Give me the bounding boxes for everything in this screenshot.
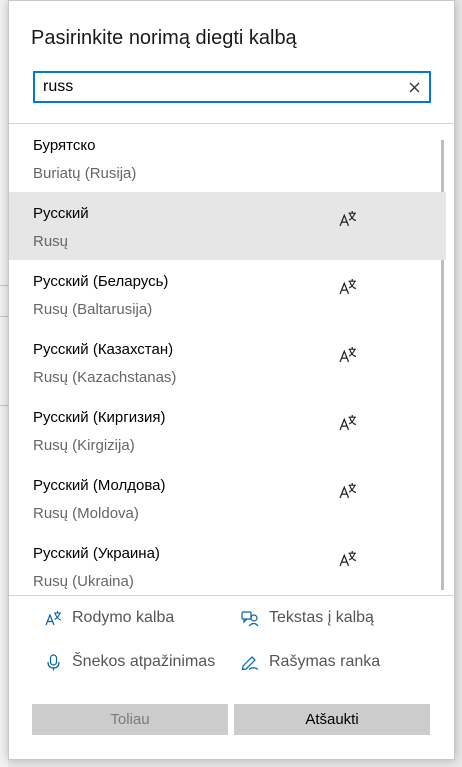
- display-language-icon: [339, 211, 357, 227]
- legend-label: Šnekos atpažinimas: [72, 653, 216, 670]
- language-item[interactable]: Русский (Киргизия) Rusų (Kirgizija): [9, 396, 446, 464]
- language-localized-name: Rusų: [33, 233, 69, 250]
- display-language-icon: [339, 347, 357, 363]
- language-native-name: Бурятско: [33, 137, 96, 154]
- language-localized-name: Rusų (Moldova): [33, 505, 139, 522]
- background-divider: [0, 285, 8, 286]
- cancel-button[interactable]: Atšaukti: [234, 704, 430, 735]
- divider: [9, 595, 454, 596]
- language-native-name: Русский (Казахстан): [33, 341, 174, 358]
- legend-text-to-speech: Tekstas į kalbą: [241, 609, 374, 627]
- next-button[interactable]: Toliau: [32, 704, 228, 735]
- background-divider: [0, 316, 8, 317]
- language-localized-name: Rusų (Kirgizija): [33, 437, 135, 454]
- legend-handwriting: Rašymas ranka: [241, 653, 380, 671]
- language-picker-dialog: Pasirinkite norimą diegti kalbą Бурятско…: [8, 0, 455, 760]
- language-item[interactable]: Русский Rusų: [9, 192, 446, 260]
- language-list[interactable]: Бурятско Buriatų (Rusija) Русский Rusų Русск…: [9, 124, 446, 595]
- clear-search-button[interactable]: [405, 78, 423, 96]
- text-to-speech-icon: [241, 610, 259, 626]
- language-item[interactable]: Русский (Украина) Rusų (Ukraina): [9, 532, 446, 595]
- dialog-title: Pasirinkite norimą diegti kalbą: [31, 27, 297, 49]
- language-localized-name: Rusų (Kazachstanas): [33, 369, 177, 386]
- language-item[interactable]: Русский (Беларусь) Rusų (Baltarusija): [9, 260, 446, 328]
- language-localized-name: Rusų (Baltarusija): [33, 301, 153, 318]
- language-native-name: Русский: [33, 205, 89, 222]
- legend-speech-recognition: Šnekos atpažinimas: [45, 653, 215, 671]
- handwriting-icon: [241, 655, 259, 670]
- close-icon: [409, 82, 419, 92]
- legend-label: Rašymas ranka: [269, 653, 381, 670]
- legend-display-language: Rodymo kalba: [45, 609, 174, 627]
- language-native-name: Русский (Молдова): [33, 477, 166, 494]
- background-window: [0, 0, 8, 767]
- language-localized-name: Buriatų (Rusija): [33, 165, 137, 182]
- microphone-icon: [47, 653, 60, 670]
- legend-label: Rodymo kalba: [72, 609, 175, 626]
- legend-label: Tekstas į kalbą: [269, 609, 374, 626]
- language-native-name: Русский (Киргизия): [33, 409, 166, 426]
- display-language-icon: [45, 610, 62, 625]
- language-item[interactable]: Русский (Молдова) Rusų (Moldova): [9, 464, 446, 532]
- language-item[interactable]: Бурятско Buriatų (Rusija): [9, 124, 446, 192]
- language-item[interactable]: Русский (Казахстан) Rusų (Kazachstanas): [9, 328, 446, 396]
- language-native-name: Русский (Беларусь): [33, 273, 169, 290]
- display-language-icon: [339, 551, 357, 567]
- display-language-icon: [339, 415, 357, 431]
- display-language-icon: [339, 279, 357, 295]
- display-language-icon: [339, 483, 357, 499]
- language-native-name: Русский (Украина): [33, 545, 160, 562]
- background-divider: [0, 405, 8, 406]
- search-box[interactable]: [33, 71, 431, 103]
- search-input[interactable]: [43, 77, 393, 97]
- language-localized-name: Rusų (Ukraina): [33, 573, 134, 590]
